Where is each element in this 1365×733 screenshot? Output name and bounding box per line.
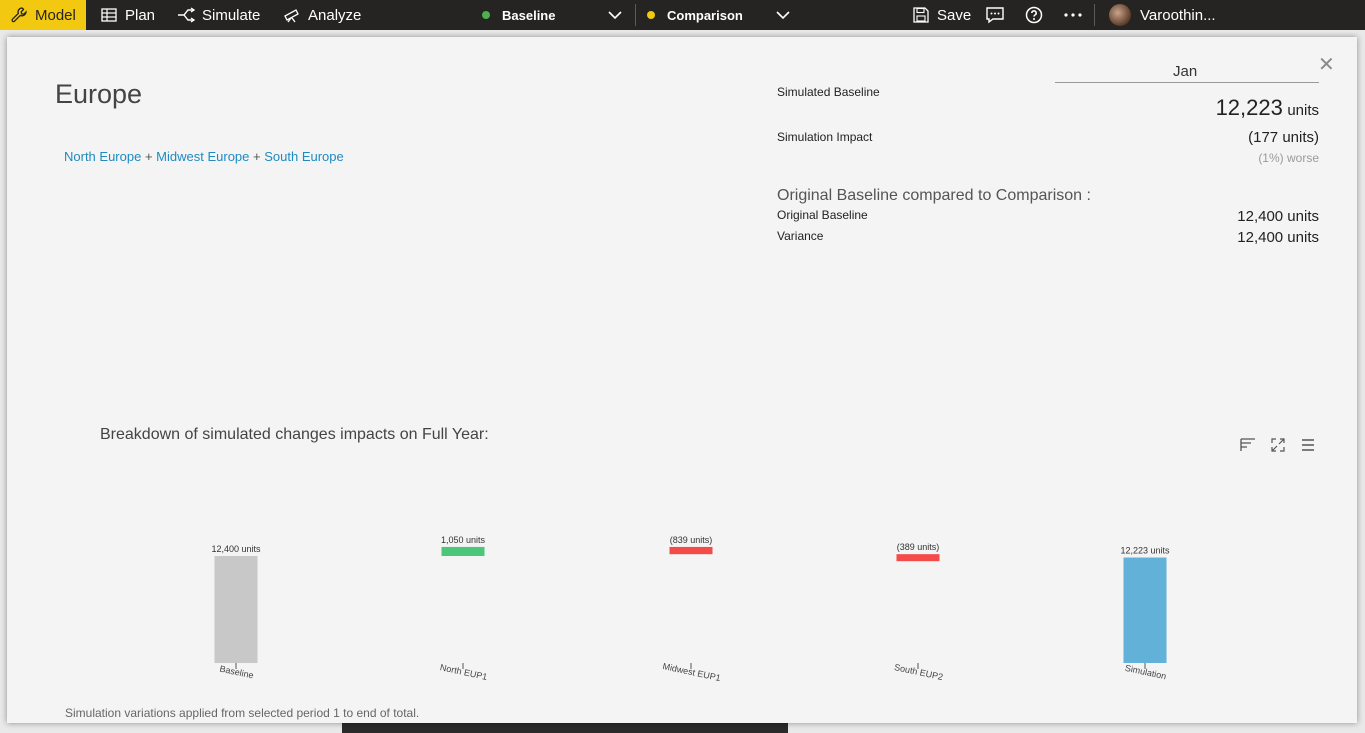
x-tick-label: South EUP2 [893, 662, 944, 682]
simulation-details-dialog: ✕ Europe North Europe + Midwest Europe +… [7, 37, 1357, 723]
x-tick-label: North EUP1 [439, 662, 488, 682]
help-icon[interactable] [1025, 0, 1043, 30]
bar [1123, 557, 1167, 663]
baseline-selector[interactable]: Baseline [482, 0, 555, 30]
sort-icon[interactable] [1240, 437, 1256, 453]
plan-label: Plan [125, 6, 156, 24]
bar [441, 546, 485, 556]
x-tick-label: Midwest EUP1 [662, 661, 722, 683]
telescope-icon [283, 6, 301, 24]
comment-icon[interactable] [985, 0, 1005, 30]
region-link-south-europe[interactable]: South Europe [264, 149, 344, 164]
simulation-impact-value: (177 units) [1248, 129, 1319, 146]
original-baseline-label: Original Baseline [777, 208, 868, 222]
data-label: 12,400 units [211, 544, 261, 554]
user-name: Varoothin... [1140, 6, 1216, 24]
link-separator: + [144, 149, 153, 164]
data-label: 12,223 units [1120, 546, 1170, 556]
toolbar-divider [635, 4, 636, 26]
comparison-label: Comparison [667, 7, 743, 23]
variance-label: Variance [777, 229, 824, 243]
baseline-status-dot [482, 11, 490, 19]
branch-icon [177, 6, 195, 24]
simulate-label: Simulate [202, 6, 261, 24]
region-link-midwest-europe[interactable]: Midwest Europe [156, 149, 249, 164]
table-icon [100, 6, 118, 24]
region-link-north-europe[interactable]: North Europe [64, 149, 141, 164]
data-label: (389 units) [897, 542, 940, 552]
bar [896, 554, 940, 562]
wrench-icon [10, 6, 28, 24]
close-icon[interactable]: ✕ [1318, 52, 1335, 77]
bar [214, 556, 258, 663]
baseline-label: Baseline [502, 7, 556, 23]
avatar [1109, 4, 1131, 26]
save-icon [912, 6, 930, 24]
simulated-baseline-unit: units [1287, 102, 1319, 119]
menu-icon[interactable] [1300, 437, 1316, 453]
x-tick-label: Baseline [219, 664, 255, 681]
data-label: 1,050 units [441, 535, 486, 545]
month-label: Jan [1173, 63, 1198, 80]
month-underline [1055, 82, 1319, 83]
x-tick-label: Simulation [1124, 663, 1167, 682]
save-button[interactable]: Save [912, 0, 971, 30]
plan-tab[interactable]: Plan [100, 0, 155, 30]
link-separator: + [253, 149, 261, 164]
comparison-selector[interactable]: Comparison [647, 0, 743, 30]
analyze-tab[interactable]: Analyze [283, 0, 361, 30]
comparison-status-dot [647, 11, 655, 19]
user-menu[interactable]: Varoothin... [1109, 0, 1216, 30]
breakdown-title: Breakdown of simulated changes impacts o… [100, 426, 489, 443]
breakdown-waterfall-chart: 12,400 units Baseline 1,050 units North EUP… [211, 535, 1170, 683]
save-label: Save [937, 6, 972, 24]
expand-icon[interactable] [1270, 437, 1286, 453]
region-links: North Europe + Midwest Europe + South Eu… [64, 149, 344, 164]
comparison-chevron-down-icon[interactable] [776, 0, 790, 30]
region-title: Europe [55, 79, 143, 109]
data-label: (839 units) [670, 535, 713, 545]
model-label: Model [35, 6, 76, 24]
analyze-label: Analyze [308, 6, 362, 24]
simulation-impact-note: (1%) worse [1258, 151, 1319, 165]
simulated-baseline-value: 12,223 units [1216, 95, 1319, 121]
comparison-heading: Original Baseline compared to Comparison… [777, 187, 1091, 204]
baseline-chevron-down-icon[interactable] [608, 0, 622, 30]
original-baseline-value: 12,400 units [1237, 208, 1319, 225]
bar [669, 546, 713, 555]
variance-value: 12,400 units [1237, 229, 1319, 246]
more-options-icon[interactable] [1063, 0, 1083, 30]
simulate-tab[interactable]: Simulate [177, 0, 260, 30]
simulation-impact-label: Simulation Impact [777, 130, 873, 144]
simulated-baseline-number: 12,223 [1215, 95, 1283, 120]
toolbar-divider [1094, 4, 1095, 26]
model-tab[interactable]: Model [0, 0, 86, 30]
top-toolbar: Model Plan Simulate Analyze Baseline Com… [0, 0, 1365, 30]
simulated-baseline-label: Simulated Baseline [777, 85, 880, 99]
footnote: Simulation variations applied from selec… [65, 706, 420, 720]
chart-toolbar [1240, 437, 1316, 453]
